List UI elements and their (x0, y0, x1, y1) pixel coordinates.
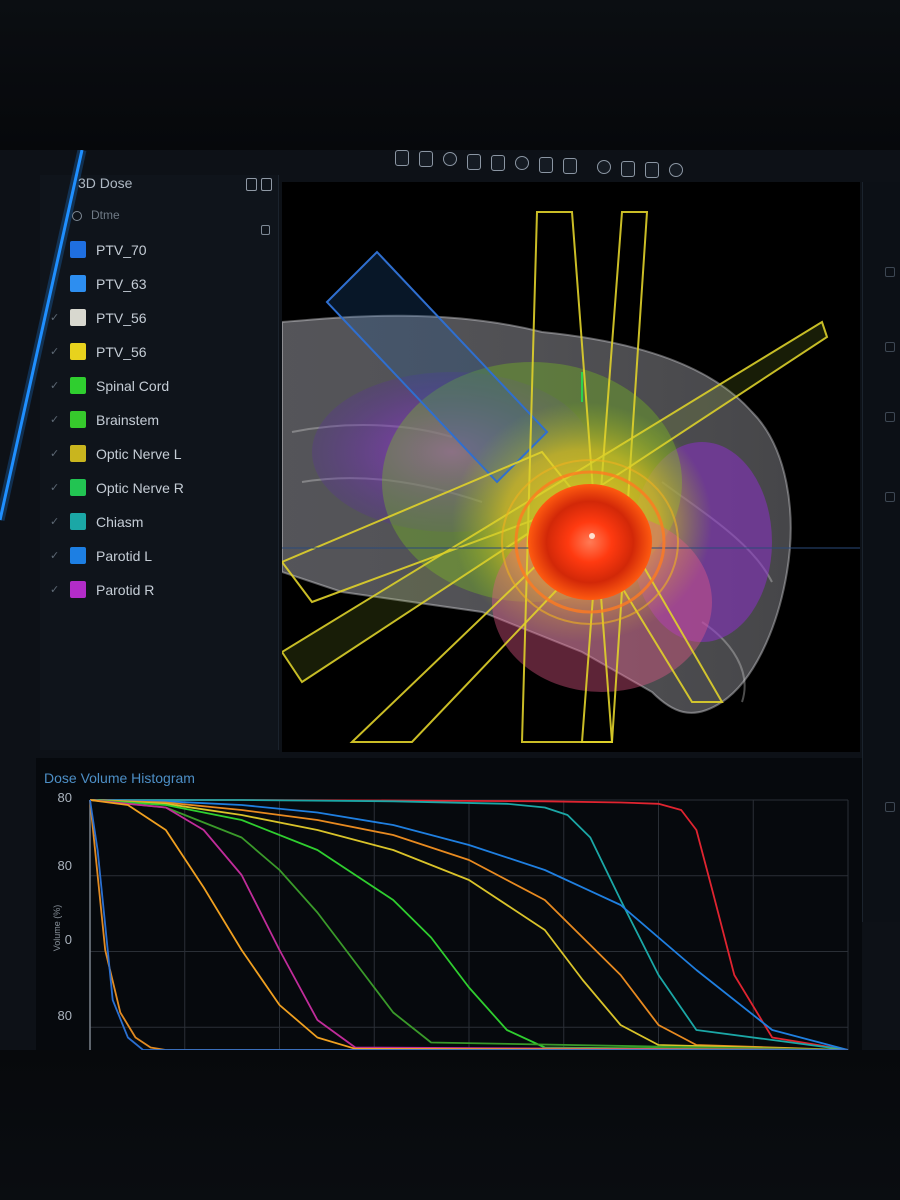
zoom-icon[interactable] (539, 157, 553, 174)
structure-color-swatch[interactable] (70, 513, 86, 530)
dvh-chart: 80 80 0 80 Volume (%) (52, 790, 849, 1050)
structure-label: Parotid R (96, 582, 155, 598)
structure-color-swatch[interactable] (70, 547, 86, 564)
structure-label: PTV_56 (96, 310, 147, 326)
structure-row[interactable]: ✓ Parotid L (50, 543, 270, 571)
dvh-y-tick: 0 (65, 932, 72, 947)
structure-label: Parotid L (96, 548, 153, 564)
structure-row[interactable]: ✓ Chiasm (50, 509, 270, 537)
visibility-checkbox[interactable]: ✓ (50, 413, 59, 426)
structure-row[interactable]: ✓ Brainstem (50, 407, 270, 435)
structure-row[interactable]: ✓ Optic Nerve R (50, 475, 270, 503)
structure-label: PTV_63 (96, 276, 147, 292)
filter-label: Dtme (91, 208, 120, 222)
structure-row[interactable]: ✓ PTV_56 (50, 339, 270, 367)
structures-panel: 3D Dose Dtme PTV_70 PTV_63 ✓ PTV_56 ✓ PTV_56 ✓… (40, 175, 279, 750)
structure-color-swatch[interactable] (70, 411, 86, 428)
measure-icon[interactable] (515, 156, 529, 170)
dvh-grid (89, 799, 849, 1050)
dvh-panel: Dose Volume Histogram 80 80 0 80 Volume (%) (36, 758, 862, 1050)
structure-color-swatch[interactable] (70, 377, 86, 394)
dvh-y-label: Volume (%) (52, 905, 62, 952)
panel-marker-icon[interactable] (885, 342, 895, 352)
3d-dose-viewport[interactable] (282, 182, 860, 752)
dvh-y-tick: 80 (58, 858, 72, 873)
structure-label: PTV_56 (96, 344, 147, 360)
structure-color-swatch[interactable] (70, 343, 86, 360)
pan-icon[interactable] (563, 158, 577, 175)
structure-label: PTV_70 (96, 242, 147, 258)
dose-render (282, 211, 860, 743)
structure-color-swatch[interactable] (70, 479, 86, 496)
panel-header-icons (246, 178, 276, 196)
rotate-icon[interactable] (419, 151, 433, 168)
crop-icon[interactable] (467, 153, 481, 170)
panel-marker-icon[interactable] (885, 802, 895, 812)
copy-icon[interactable] (246, 178, 257, 191)
isocenter (589, 533, 595, 539)
panel-marker-icon[interactable] (885, 412, 895, 422)
viewer-toolbar (395, 150, 705, 180)
visibility-checkbox[interactable]: ✓ (50, 447, 59, 460)
structure-filter[interactable]: Dtme (72, 208, 120, 222)
ptv-high-dose (528, 484, 652, 600)
panel-marker-icon[interactable] (885, 492, 895, 502)
lock-icon[interactable] (261, 225, 270, 235)
structure-color-swatch[interactable] (70, 581, 86, 598)
window-icon[interactable] (395, 150, 409, 166)
structure-color-swatch[interactable] (70, 309, 86, 326)
structure-row[interactable]: ✓ PTV_56 (50, 305, 270, 333)
visibility-checkbox[interactable]: ✓ (50, 379, 59, 392)
background-top (0, 0, 900, 150)
structure-label: Optic Nerve L (96, 446, 182, 462)
right-tool-panel (862, 182, 900, 922)
light-icon[interactable] (621, 160, 635, 177)
visibility-checkbox[interactable]: ✓ (50, 515, 59, 528)
visibility-checkbox[interactable]: ✓ (50, 345, 59, 358)
reset-icon[interactable] (491, 154, 505, 171)
visibility-checkbox[interactable]: ✓ (50, 481, 59, 494)
background-bottom (0, 1050, 900, 1200)
export-icon[interactable] (669, 163, 683, 178)
settings-icon[interactable] (597, 159, 611, 174)
structure-row[interactable]: PTV_63 (50, 271, 270, 299)
structure-row[interactable]: ✓ Spinal Cord (50, 373, 270, 401)
structure-color-swatch[interactable] (70, 275, 86, 292)
panel-marker-icon[interactable] (885, 267, 895, 277)
structure-label: Brainstem (96, 412, 160, 428)
monitor-screen: 3D Dose Dtme PTV_70 PTV_63 ✓ PTV_56 ✓ PTV_56 ✓… (0, 150, 900, 1050)
structure-row[interactable]: ✓ Optic Nerve L (50, 441, 270, 469)
structure-color-swatch[interactable] (70, 241, 86, 258)
layers-icon[interactable] (443, 152, 457, 167)
structure-label: Chiasm (96, 514, 144, 530)
structure-color-swatch[interactable] (70, 445, 86, 462)
structure-label: Optic Nerve R (96, 480, 184, 496)
view-icon[interactable] (645, 162, 659, 178)
visibility-checkbox[interactable]: ✓ (50, 311, 59, 324)
dvh-y-tick: 80 (58, 790, 72, 805)
structure-label: Spinal Cord (96, 378, 170, 394)
structure-row[interactable]: PTV_70 (50, 237, 270, 265)
settings-icon[interactable] (261, 178, 272, 191)
structure-row[interactable]: ✓ Parotid R (50, 577, 270, 605)
visibility-checkbox[interactable]: ✓ (50, 549, 59, 562)
panel-title: 3D Dose (78, 175, 133, 191)
visibility-checkbox[interactable]: ✓ (50, 583, 59, 596)
visibility-icon[interactable] (72, 210, 82, 221)
dvh-y-tick: 80 (58, 1008, 72, 1023)
